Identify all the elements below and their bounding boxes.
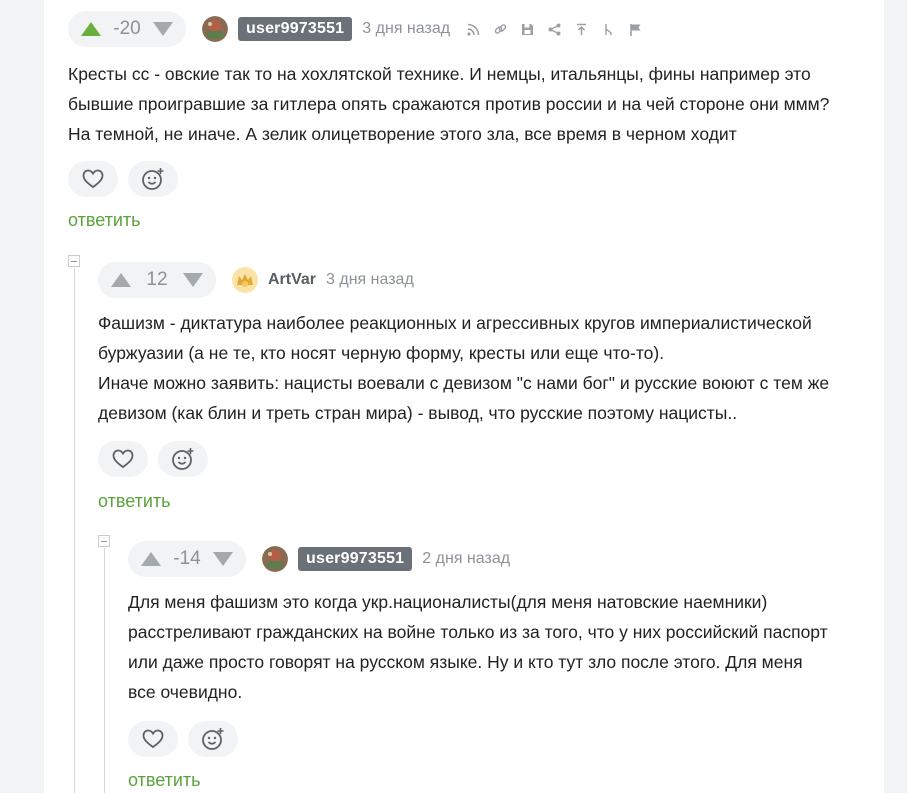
go-to-parent-icon[interactable] bbox=[574, 22, 588, 36]
comment-line: Для меня фашизм это когда укр.националис… bbox=[128, 592, 768, 612]
heart-icon bbox=[82, 169, 104, 189]
vote-box: -14 bbox=[128, 541, 246, 577]
comment-line: расстреливают гражданских на войне тольк… bbox=[128, 622, 828, 642]
comment-line: или даже просто говорят на русском языке… bbox=[128, 652, 803, 672]
add-reaction-button[interactable] bbox=[158, 441, 208, 477]
upvote-icon[interactable] bbox=[78, 16, 104, 42]
comment-text: Кресты сс - овские так то на хохлятской … bbox=[68, 59, 858, 149]
heart-icon bbox=[142, 729, 164, 749]
comment-line: На темной, не иначе. А зелик олицетворен… bbox=[68, 124, 737, 144]
like-button[interactable] bbox=[98, 441, 148, 477]
comment-tools bbox=[466, 22, 642, 36]
thread-line[interactable] bbox=[104, 548, 105, 793]
comments-panel: -20 user9973551 3 дня назад Кресты сс - … bbox=[44, 0, 884, 793]
comment-line: Кресты сс - овские так то на хохлятской … bbox=[68, 64, 811, 84]
avatar[interactable] bbox=[232, 267, 258, 293]
emoji-add-icon bbox=[202, 728, 224, 750]
comment-line: все очевидно. bbox=[128, 682, 243, 702]
save-icon[interactable] bbox=[520, 22, 534, 36]
comment: -14 user9973551 2 дня назад Для меня фаш… bbox=[128, 541, 868, 793]
rating-count: -14 bbox=[173, 548, 201, 569]
reply-link[interactable]: ответить bbox=[128, 770, 201, 791]
rating-count: 12 bbox=[146, 269, 168, 290]
comment-line: Иначе можно заявить: нацисты воевали с д… bbox=[98, 373, 830, 393]
comment-line: девизом (как блин и треть стран мира) - … bbox=[98, 403, 738, 423]
vote-box: 12 bbox=[98, 262, 216, 298]
comment: -20 user9973551 3 дня назад Кресты сс - … bbox=[68, 11, 868, 241]
author-name[interactable]: ArtVar bbox=[268, 271, 316, 289]
comment-line: бывшие проигравшие за гитлера опять сраж… bbox=[68, 94, 830, 114]
author-badge[interactable]: user9973551 bbox=[298, 547, 413, 571]
downvote-icon[interactable] bbox=[210, 546, 236, 572]
rating-count: -20 bbox=[113, 18, 141, 39]
vote-box: -20 bbox=[68, 11, 186, 47]
like-button[interactable] bbox=[128, 721, 178, 757]
reply-link[interactable]: ответить bbox=[98, 491, 171, 512]
add-reaction-button[interactable] bbox=[188, 721, 238, 757]
thread-line[interactable] bbox=[74, 268, 75, 793]
comment-line: буржуазии (а не те, кто носят черную фор… bbox=[98, 343, 665, 363]
rss-icon[interactable] bbox=[466, 22, 480, 36]
upvote-icon[interactable] bbox=[138, 546, 164, 572]
branch-icon[interactable] bbox=[601, 22, 615, 36]
timestamp[interactable]: 2 дня назад bbox=[422, 550, 510, 568]
share-icon[interactable] bbox=[547, 22, 561, 36]
comment-text: Фашизм - диктатура наиболее реакционных … bbox=[98, 308, 858, 428]
add-reaction-button[interactable] bbox=[128, 161, 178, 197]
like-button[interactable] bbox=[68, 161, 118, 197]
collapse-icon[interactable] bbox=[98, 535, 110, 547]
upvote-icon[interactable] bbox=[108, 267, 134, 293]
author-badge[interactable]: user9973551 bbox=[238, 17, 353, 41]
comment-actions bbox=[68, 161, 178, 197]
reply-link[interactable]: ответить bbox=[68, 210, 141, 231]
comment-header: -20 user9973551 3 дня назад bbox=[68, 11, 642, 47]
comment-actions bbox=[128, 721, 238, 757]
emoji-add-icon bbox=[142, 168, 164, 190]
comment: 12 ArtVar 3 дня назад Фашизм - диктатура… bbox=[98, 262, 868, 522]
comment-line: Фашизм - диктатура наиболее реакционных … bbox=[98, 313, 812, 333]
collapse-icon[interactable] bbox=[68, 255, 80, 267]
avatar[interactable] bbox=[202, 16, 228, 42]
comment-text: Для меня фашизм это когда укр.националис… bbox=[128, 587, 858, 707]
avatar[interactable] bbox=[262, 546, 288, 572]
comment-header: 12 ArtVar 3 дня назад bbox=[98, 262, 414, 298]
report-flag-icon[interactable] bbox=[628, 22, 642, 36]
downvote-icon[interactable] bbox=[180, 267, 206, 293]
comment-actions bbox=[98, 441, 208, 477]
downvote-icon[interactable] bbox=[150, 16, 176, 42]
link-icon[interactable] bbox=[493, 22, 507, 36]
heart-icon bbox=[112, 449, 134, 469]
timestamp[interactable]: 3 дня назад bbox=[362, 20, 450, 38]
comment-header: -14 user9973551 2 дня назад bbox=[128, 541, 510, 577]
emoji-add-icon bbox=[172, 448, 194, 470]
timestamp[interactable]: 3 дня назад bbox=[326, 271, 414, 289]
